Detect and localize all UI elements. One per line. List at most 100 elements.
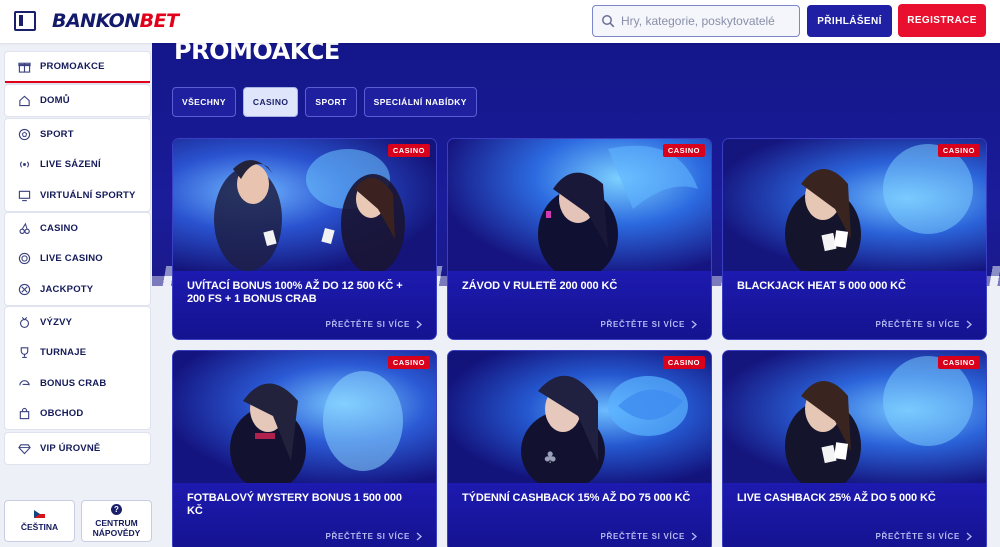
sidebar-item-label: OBCHOD	[40, 408, 84, 420]
read-more-link[interactable]: PŘEČTĚTE SI VÍCE	[600, 320, 697, 329]
sidebar-group-promo: PROMOAKCE	[5, 52, 150, 83]
category-badge: CASINO	[662, 356, 705, 369]
promo-card-title: TÝDENNÍ CASHBACK 15% AŽ DO 75 000 KČ	[462, 492, 691, 504]
sidebar-item-turnaje[interactable]: TURNAJE	[5, 338, 150, 369]
promo-card-body: TÝDENNÍ CASHBACK 15% AŽ DO 75 000 KČ PŘE…	[448, 483, 711, 547]
sidebar-item-label: VIP ÚROVNĚ	[40, 442, 101, 454]
chevron-right-icon	[416, 320, 422, 329]
top-header: BANKONBET PŘIHLÁŠENÍ REGISTRACE	[0, 0, 1000, 43]
sidebar-group-sports: SPORT LIVE SÁZENÍ VIRTUÁLNÍ SPORTY	[5, 119, 150, 211]
promo-card-image: CASINO	[173, 351, 436, 491]
sidebar-item-label: PROMOAKCE	[40, 60, 105, 72]
sidebar-item-vip-urovne[interactable]: VIP ÚROVNĚ	[5, 433, 150, 464]
filter-casino[interactable]: CASINO	[242, 87, 299, 117]
medal-icon	[17, 315, 31, 329]
sidebar-item-label: CASINO	[40, 222, 79, 234]
sidebar: PROMOAKCE DOMŮ SPORT LIVE SÁZENÍ VIRTUÁL…	[0, 43, 152, 547]
chevron-right-icon	[416, 532, 422, 541]
help-center-button[interactable]: ? CENTRUM NÁPOVĚDY	[81, 500, 152, 542]
promo-card-body: FOTBALOVÝ MYSTERY BONUS 1 500 000 KČ PŘE…	[173, 483, 436, 547]
chevron-right-icon	[691, 320, 697, 329]
logo-text-bankon: BANKON	[52, 10, 140, 32]
monitor-icon	[17, 188, 31, 202]
crab-icon	[17, 376, 31, 390]
sidebar-item-label: VIRTUÁLNÍ SPORTY	[40, 189, 136, 201]
sidebar-item-vyzvy[interactable]: VÝZVY	[5, 307, 150, 338]
filter-sport[interactable]: SPORT	[305, 87, 357, 117]
promo-card-title: UVÍTACÍ BONUS 100% AŽ DO 12 500 KČ + 200…	[187, 280, 403, 305]
chevron-right-icon	[966, 532, 972, 541]
diamond-icon	[17, 441, 31, 455]
sidebar-item-casino[interactable]: CASINO	[5, 213, 150, 244]
search-icon	[602, 15, 615, 28]
promo-art-woman-cards-lion	[785, 356, 973, 491]
search-input[interactable]	[621, 14, 791, 28]
promo-card-image: ♣ CASINO	[448, 351, 711, 491]
chevron-right-icon	[966, 320, 972, 329]
chip-icon	[17, 252, 31, 266]
sidebar-item-label: VÝZVY	[40, 316, 73, 328]
promo-card[interactable]: CASINO BLACKJACK HEAT 5 000 000 KČ PŘEČT…	[723, 139, 986, 339]
trophy-icon	[17, 346, 31, 360]
promo-card-image: CASINO	[723, 351, 986, 491]
sidebar-toggle-icon[interactable]	[14, 11, 36, 31]
logo-text-bet: BET	[139, 10, 179, 32]
live-icon	[17, 158, 31, 172]
category-badge: CASINO	[387, 144, 430, 157]
sidebar-item-label: JACKPOTY	[40, 283, 94, 295]
read-more-label: PŘEČTĚTE SI VÍCE	[875, 532, 960, 541]
filter-specialni-nabidky[interactable]: SPECIÁLNÍ NABÍDKY	[363, 87, 477, 117]
sidebar-item-promoakce[interactable]: PROMOAKCE	[5, 52, 150, 83]
promo-card-title: ZÁVOD V RULETĚ 200 000 KČ	[462, 280, 618, 292]
language-label: ČEŠTINA	[20, 522, 59, 532]
ball-icon	[17, 127, 31, 141]
sidebar-item-live-sazeni[interactable]: LIVE SÁZENÍ	[5, 150, 150, 181]
promo-card[interactable]: CASINO UVÍTACÍ BONUS 100% AŽ DO 12 500 K…	[173, 139, 436, 339]
brand-logo[interactable]: BANKONBET	[52, 10, 179, 32]
category-badge: CASINO	[662, 144, 705, 157]
sidebar-item-jackpoty[interactable]: JACKPOTY	[5, 274, 150, 305]
promo-card-body: UVÍTACÍ BONUS 100% AŽ DO 12 500 KČ + 200…	[173, 271, 436, 339]
read-more-label: PŘEČTĚTE SI VÍCE	[600, 320, 685, 329]
login-button[interactable]: PŘIHLÁŠENÍ	[807, 5, 892, 37]
promo-card-title: FOTBALOVÝ MYSTERY BONUS 1 500 000 KČ	[187, 492, 402, 517]
read-more-link[interactable]: PŘEČTĚTE SI VÍCE	[600, 532, 697, 541]
sidebar-item-label: TURNAJE	[40, 347, 87, 359]
filter-vsechny[interactable]: VŠECHNY	[172, 87, 236, 117]
help-icon: ?	[111, 504, 122, 515]
sidebar-item-live-casino[interactable]: LIVE CASINO	[5, 244, 150, 275]
promo-art-woman-butterfly	[538, 145, 698, 279]
sidebar-item-virtualni-sporty[interactable]: VIRTUÁLNÍ SPORTY	[5, 180, 150, 211]
read-more-link[interactable]: PŘEČTĚTE SI VÍCE	[325, 532, 422, 541]
sidebar-item-bonus-crab[interactable]: BONUS CRAB	[5, 368, 150, 399]
sidebar-item-label: LIVE SÁZENÍ	[40, 159, 101, 171]
promo-card[interactable]: CASINO ZÁVOD V RULETĚ 200 000 KČ PŘEČTĚT…	[448, 139, 711, 339]
cherry-icon	[17, 221, 31, 235]
chevron-right-icon	[691, 532, 697, 541]
promo-card[interactable]: CASINO LIVE CASHBACK 25% AŽ DO 5 000 KČ …	[723, 351, 986, 547]
promo-art-woman-cards-lion	[785, 144, 973, 279]
bag-icon	[17, 407, 31, 421]
promo-art-women-panther	[214, 149, 405, 274]
sidebar-item-obchod[interactable]: OBCHOD	[5, 399, 150, 430]
language-button[interactable]: ČEŠTINA	[4, 500, 75, 542]
read-more-link[interactable]: PŘEČTĚTE SI VÍCE	[875, 320, 972, 329]
gift-icon	[17, 59, 31, 73]
promo-card[interactable]: ♣ CASINO TÝDENNÍ CASHBACK 15% AŽ DO 75 0…	[448, 351, 711, 547]
category-badge: CASINO	[937, 356, 980, 369]
promo-card-image: CASINO	[723, 139, 986, 279]
read-more-label: PŘEČTĚTE SI VÍCE	[325, 320, 410, 329]
promo-art-woman-fish: ♣	[521, 375, 688, 491]
sidebar-item-sport[interactable]: SPORT	[5, 119, 150, 150]
filter-tabs: VŠECHNY CASINO SPORT SPECIÁLNÍ NABÍDKY	[172, 87, 477, 117]
promo-card-title: BLACKJACK HEAT 5 000 000 KČ	[737, 280, 906, 292]
promo-card[interactable]: CASINO FOTBALOVÝ MYSTERY BONUS 1 500 000…	[173, 351, 436, 547]
search-box[interactable]	[592, 5, 800, 37]
sidebar-item-domu[interactable]: DOMŮ	[5, 85, 150, 116]
register-button[interactable]: REGISTRACE	[898, 4, 986, 37]
sidebar-item-label: LIVE CASINO	[40, 253, 103, 265]
sidebar-group-casino: CASINO LIVE CASINO JACKPOTY	[5, 213, 150, 305]
svg-text:♣: ♣	[543, 448, 557, 467]
read-more-link[interactable]: PŘEČTĚTE SI VÍCE	[325, 320, 422, 329]
read-more-link[interactable]: PŘEČTĚTE SI VÍCE	[875, 532, 972, 541]
